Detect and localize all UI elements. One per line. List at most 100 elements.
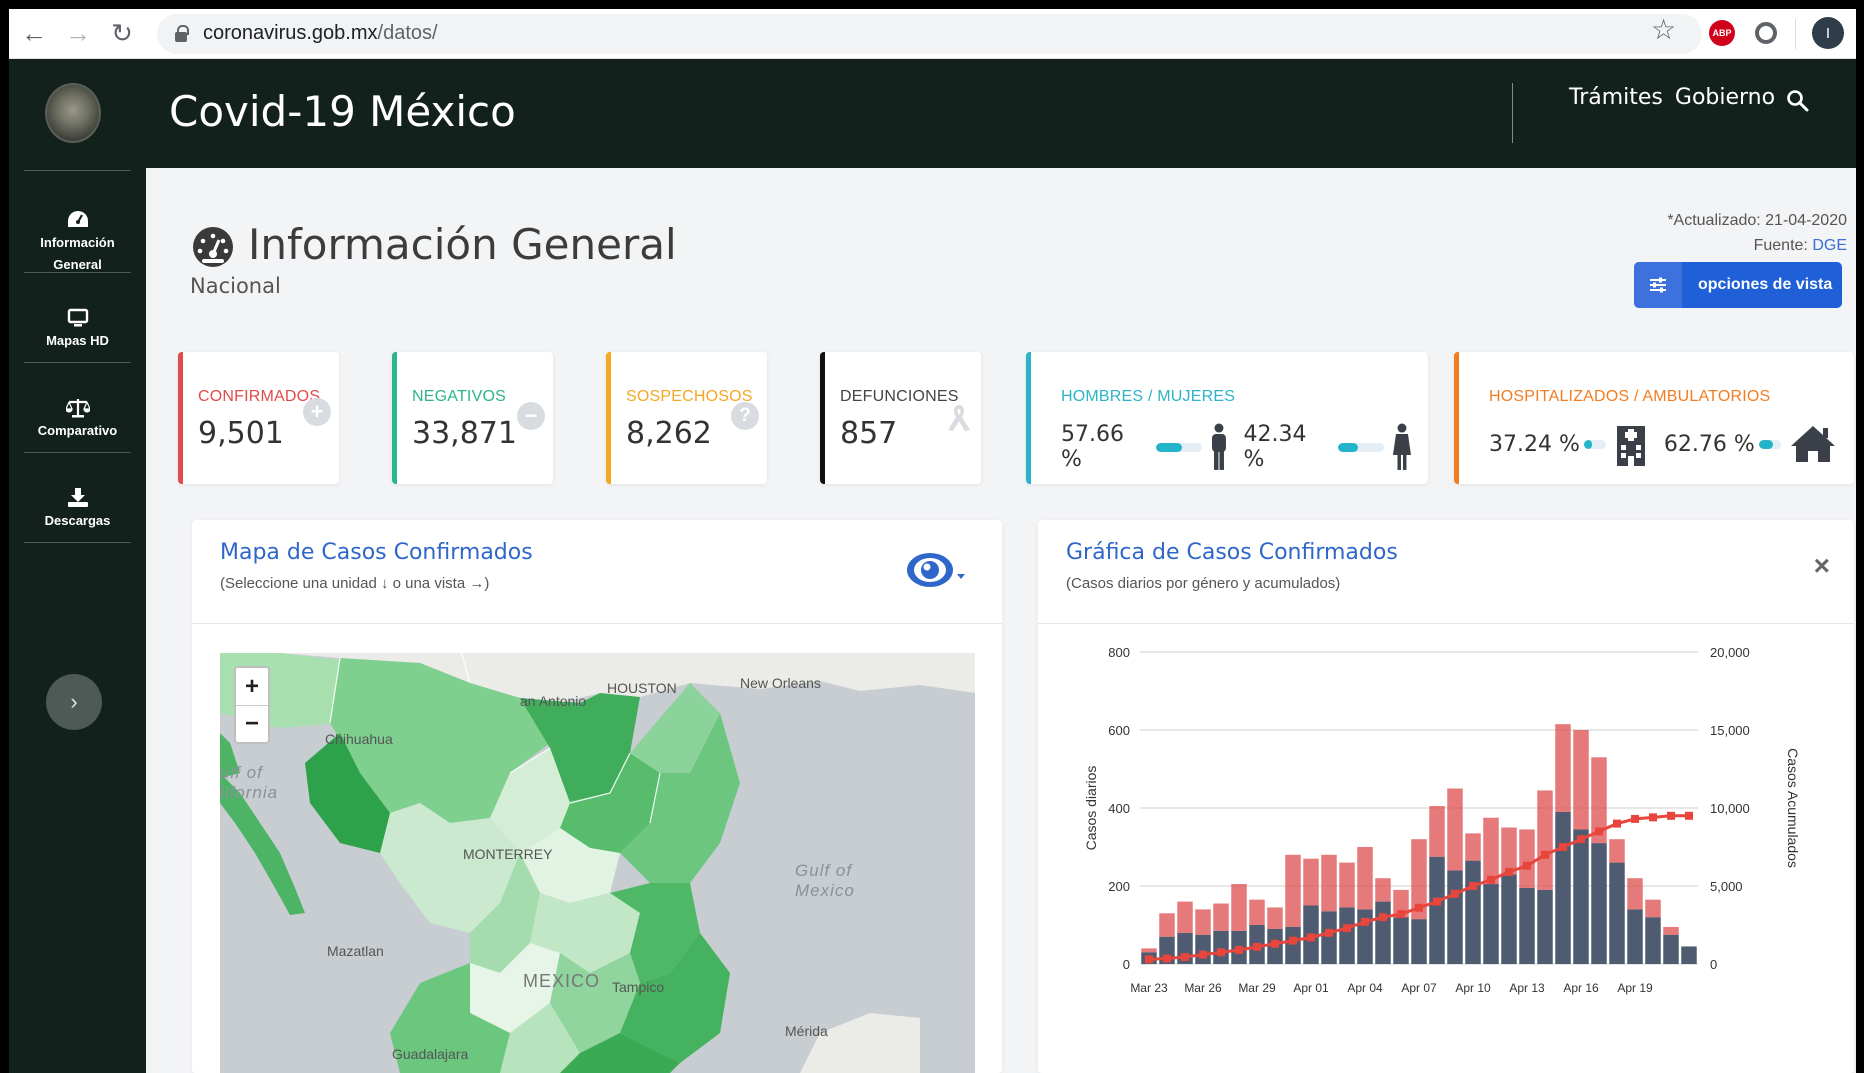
balance-scale-icon: [65, 399, 90, 418]
hospitalizados-bar: [1583, 439, 1606, 449]
view-options-button[interactable]: opciones de vista: [1634, 262, 1842, 308]
bar-series-1: [1339, 907, 1355, 964]
x-tick-label: Apr 10: [1455, 981, 1491, 995]
bar-series-1: [1465, 860, 1481, 964]
cumulative-point: [1325, 928, 1333, 937]
extension-circle-icon[interactable]: [1755, 22, 1777, 44]
map-label-san-antonio: an Antonio: [520, 693, 587, 709]
cumulative-point: [1685, 811, 1693, 820]
bar-series-1: [1645, 917, 1661, 964]
eye-view-dropdown-icon[interactable]: [906, 550, 970, 590]
sidebar-item-informacion-general[interactable]: Información General: [24, 210, 131, 276]
sidebar-item-mapas-hd[interactable]: Mapas HD: [24, 308, 131, 352]
sidebar-item-label: Comparativo: [37, 423, 118, 438]
y-tick-label: 600: [1108, 723, 1130, 738]
cumulative-point: [1397, 910, 1405, 919]
source-line: Fuente: DGE: [1667, 233, 1847, 258]
adblock-extension-icon[interactable]: ABP: [1709, 20, 1735, 46]
cumulative-point: [1289, 936, 1297, 945]
zoom-out-button[interactable]: −: [236, 705, 268, 742]
source-link[interactable]: DGE: [1812, 237, 1847, 254]
bar-series-2: [1285, 854, 1301, 927]
back-arrow-icon[interactable]: ←: [15, 15, 53, 53]
header-separator: [1512, 83, 1513, 143]
map-label-gulf-mexico-2: Mexico: [795, 881, 855, 900]
bookmark-star-icon[interactable]: ☆: [1651, 13, 1676, 46]
cumulative-point: [1469, 882, 1477, 890]
search-icon[interactable]: [1786, 89, 1810, 113]
bar-series-2: [1213, 903, 1229, 931]
card-hombres-mujeres[interactable]: HOMBRES / MUJERES 57.66 % 42.34 %: [1026, 352, 1428, 484]
bar-series-2: [1555, 724, 1571, 812]
update-info: *Actualizado: 21-04-2020 Fuente: DGE: [1667, 208, 1847, 258]
map-label-tampico: Tampico: [612, 979, 665, 995]
map-label-guadalajara: Guadalajara: [392, 1046, 469, 1062]
card-hospitalizados-ambulatorios[interactable]: HOSPITALIZADOS / AMBULATORIOS 37.24 % 62…: [1454, 352, 1854, 484]
mujeres-bar: [1338, 442, 1385, 452]
cumulative-point: [1343, 924, 1351, 933]
hospital-icon: [1616, 426, 1645, 466]
bar-series-2: [1627, 878, 1643, 910]
sidebar-divider: [24, 542, 131, 543]
site-title[interactable]: Covid-19 México: [169, 87, 516, 136]
map-label-gulf-california-2: lifornia: [220, 783, 279, 802]
bar-series-2: [1249, 899, 1265, 925]
map-label-gulf-california-1: ulf of: [220, 763, 263, 782]
card-negativos[interactable]: NEGATIVOS 33,871 −: [392, 352, 553, 484]
profile-avatar[interactable]: I: [1812, 17, 1844, 49]
bar-series-2: [1159, 913, 1175, 937]
y2-tick-label: 20,000: [1710, 645, 1750, 660]
bar-series-2: [1267, 907, 1283, 929]
map-label-chihuahua: Chihuahua: [325, 731, 393, 747]
nav-link-gobierno[interactable]: Gobierno: [1675, 85, 1775, 110]
card-defunciones[interactable]: DEFUNCIONES 857: [820, 352, 981, 484]
bar-series-2: [1609, 839, 1625, 863]
card-label: HOMBRES / MUJERES: [1061, 388, 1236, 405]
minus-circle-icon: −: [517, 402, 545, 430]
sidebar-divider: [24, 170, 131, 171]
sidebar-expand-button[interactable]: ›: [46, 674, 102, 730]
close-chart-button[interactable]: ×: [1814, 550, 1830, 582]
female-icon: [1393, 423, 1412, 470]
window-frame-left: [0, 0, 9, 1073]
monitor-icon: [67, 308, 88, 327]
ambulatorios-bar-fill: [1758, 439, 1773, 449]
forward-arrow-icon[interactable]: →: [59, 15, 97, 53]
y2-tick-label: 15,000: [1710, 723, 1750, 738]
bar-series-2: [1483, 817, 1499, 885]
cumulative-point: [1253, 942, 1261, 951]
card-confirmados[interactable]: CONFIRMADOS 9,501 +: [178, 352, 339, 484]
card-value: 9,501: [198, 416, 284, 451]
x-tick-label: Apr 07: [1401, 981, 1437, 995]
card-value: 857: [840, 416, 898, 451]
reload-icon[interactable]: ↻: [103, 15, 141, 53]
card-sospechosos[interactable]: SOSPECHOSOS 8,262 ?: [606, 352, 767, 484]
map-label-houston: HOUSTON: [607, 680, 677, 696]
mexico-emblem-logo[interactable]: [45, 83, 101, 143]
url-domain: coronavirus.gob.mx: [203, 22, 378, 44]
cumulative-point: [1181, 952, 1189, 961]
window-frame-top: [0, 0, 1864, 9]
plus-circle-icon: +: [303, 398, 331, 426]
source-label: Fuente:: [1753, 237, 1808, 254]
card-value: 33,871: [412, 416, 517, 451]
card-label: DEFUNCIONES: [840, 388, 959, 405]
nav-link-tramites[interactable]: Trámites: [1569, 85, 1663, 110]
address-bar[interactable]: coronavirus.gob.mx/datos/: [157, 13, 1702, 54]
download-icon: [67, 488, 88, 507]
bar-series-1: [1411, 919, 1427, 964]
confirmed-cases-map[interactable]: + − HOUSTON an Antonio New Orleans Chihu…: [220, 653, 975, 1073]
y2-axis-label: Casos Acumulados: [1785, 748, 1801, 868]
gauge-icon: [193, 227, 233, 267]
question-circle-icon: ?: [731, 402, 759, 430]
sidebar-item-descargas[interactable]: Descargas: [24, 488, 131, 532]
bar-series-2: [1141, 948, 1157, 953]
sidebar-item-comparativo[interactable]: Comparativo: [24, 398, 131, 442]
zoom-in-button[interactable]: +: [236, 668, 268, 705]
lock-icon: [175, 24, 189, 42]
bar-series-1: [1663, 934, 1679, 964]
bar-series-1: [1681, 946, 1697, 964]
ribbon-icon: [948, 405, 970, 431]
cumulative-point: [1523, 861, 1531, 870]
bar-series-2: [1501, 827, 1517, 875]
